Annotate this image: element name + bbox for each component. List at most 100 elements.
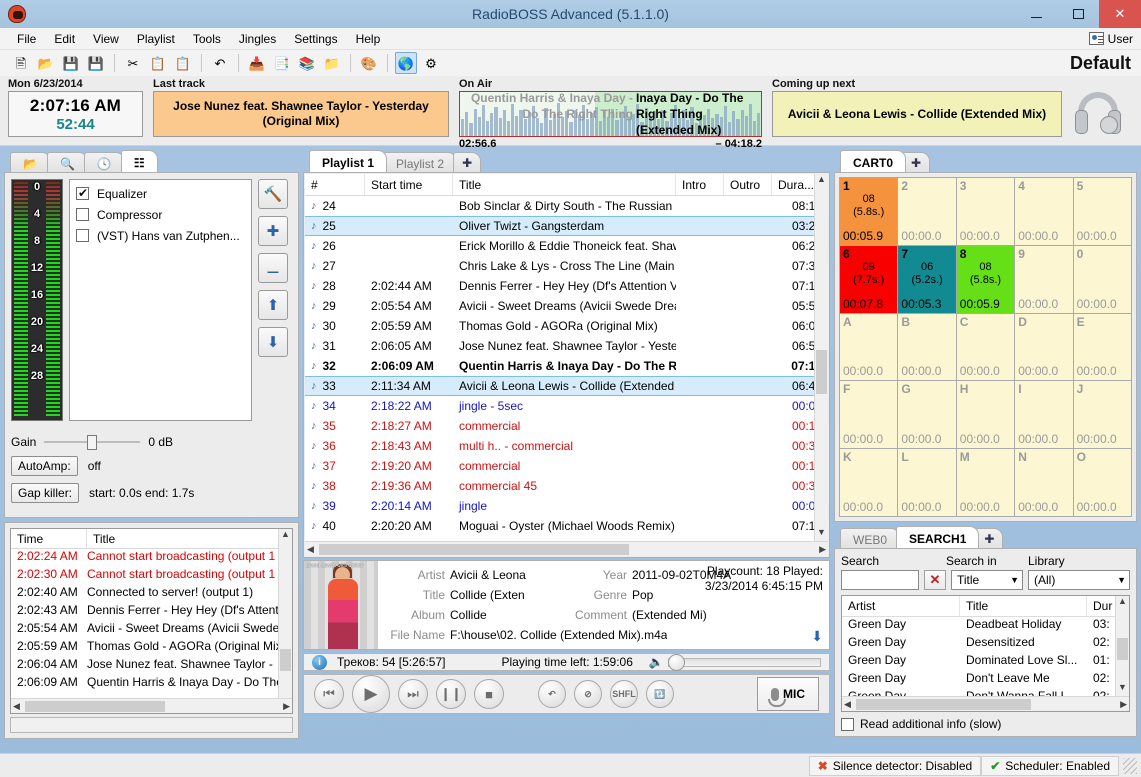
previous-track-button[interactable]: ⏮: [314, 679, 344, 709]
shuffle-button[interactable]: SHFL: [610, 680, 638, 708]
web-icon[interactable]: 🌎: [395, 52, 417, 74]
library-select[interactable]: (All) ▼: [1028, 570, 1130, 590]
cart-cell-9[interactable]: 9 00:00.0: [1015, 245, 1073, 313]
scroll-right-icon[interactable]: ▶: [1120, 699, 1127, 710]
table-row[interactable]: ♪ 38 2:19:36 AM commercial 45 00:38: [305, 476, 828, 496]
column-number[interactable]: #: [305, 174, 365, 195]
cart-cell-f[interactable]: F 00:00.0: [840, 381, 898, 449]
dsp-effects-list[interactable]: Equalizer Compressor (VST) Hans van Zutp…: [69, 179, 252, 421]
cart-cell-4[interactable]: 4 00:00.0: [1015, 178, 1073, 245]
album-cover[interactable]: Leona Lewis Avicii Collide: [304, 561, 378, 649]
menu-settings[interactable]: Settings: [285, 30, 346, 48]
column-intro[interactable]: Intro: [676, 174, 724, 195]
table-row[interactable]: ♪ 32 2:06:09 AM Quentin Harris & Inaya Day …: [305, 356, 828, 376]
autoamp-button[interactable]: AutoAmp:: [11, 456, 78, 476]
user-button[interactable]: User: [1088, 32, 1133, 46]
table-row[interactable]: ♪ 27 Chris Lake & Lys - Cross The Line (Ma…: [305, 256, 828, 276]
dsp-item-equalizer[interactable]: Equalizer: [72, 183, 249, 204]
log-hscrollbar[interactable]: ◀ ▶: [11, 698, 292, 713]
dsp-item-vst[interactable]: (VST) Hans van Zutphen...: [72, 225, 249, 246]
mic-button[interactable]: MIC: [757, 677, 819, 711]
dsp-item-compressor[interactable]: Compressor: [72, 204, 249, 225]
table-row[interactable]: ♪ 25 Oliver Twizt - Gangsterdam 03:27: [305, 216, 828, 236]
search-col-title[interactable]: Title: [960, 596, 1087, 616]
volume-slider[interactable]: [667, 654, 821, 671]
cart-cell-c[interactable]: C 00:00.0: [956, 313, 1015, 381]
menu-file[interactable]: File: [8, 30, 45, 48]
tab-cart0[interactable]: CART0: [840, 150, 907, 172]
read-additional-info-checkbox[interactable]: [841, 717, 854, 731]
scroll-right-icon[interactable]: ▶: [819, 544, 826, 555]
next-track-button[interactable]: ⏭: [398, 679, 428, 709]
cart-cell-l[interactable]: L 00:00.0: [898, 449, 956, 516]
column-title[interactable]: Title: [453, 174, 676, 195]
cart-cell-d[interactable]: D 00:00.0: [1015, 313, 1073, 381]
speaker-icon[interactable]: 🔈: [649, 655, 664, 669]
scroll-down-icon[interactable]: ▼: [1116, 682, 1129, 696]
search-input[interactable]: [841, 570, 919, 590]
menu-edit[interactable]: Edit: [45, 30, 84, 48]
tab-playlist-1[interactable]: Playlist 1: [309, 150, 388, 172]
log-vscrollbar[interactable]: ▲ ▼: [278, 529, 292, 713]
search-in-select[interactable]: Title ▼: [951, 570, 1023, 590]
on-air-progress[interactable]: Quentin Harris & Inaya Day - Do The Righ…: [459, 91, 762, 137]
gapkiller-button[interactable]: Gap killer:: [11, 483, 80, 503]
paste-icon[interactable]: 📋: [172, 52, 194, 74]
table-row[interactable]: ♪ 28 2:02:44 AM Dennis Ferrer - Hey Hey (Df…: [305, 276, 828, 296]
table-row[interactable]: ♪ 34 2:18:22 AM jingle - 5sec 00:05: [305, 396, 828, 416]
table-row[interactable]: ♪ 24 Bob Sinclar & Dirty South - The Russi…: [305, 196, 828, 216]
scroll-up-icon[interactable]: ▲: [1116, 596, 1129, 610]
dsp-remove-button[interactable]: ⚊: [258, 253, 288, 283]
search-vscrollbar[interactable]: ▲ ▼: [1115, 596, 1129, 711]
cart-cell-g[interactable]: G 00:00.0: [898, 381, 956, 449]
scroll-left-icon[interactable]: ◀: [307, 544, 314, 555]
log-row[interactable]: 2:06:04 AM Jose Nunez feat. Shawnee Taylo…: [11, 657, 292, 675]
menu-jingles[interactable]: Jingles: [230, 30, 285, 48]
search-hscrollbar[interactable]: ◀ ▶: [842, 696, 1129, 711]
silence-detector-status[interactable]: ✖ Silence detector: Disabled: [808, 755, 982, 776]
table-row[interactable]: ♪ 36 2:18:43 AM multi h.. - commercial 00:36: [305, 436, 828, 456]
dsp-checkbox[interactable]: [76, 208, 89, 221]
rotation-button[interactable]: 🔃: [646, 680, 674, 708]
new-file-icon[interactable]: 🖹: [10, 52, 32, 74]
search-result-row[interactable]: Green Day Don't Leave Me 02:: [842, 671, 1129, 689]
log-row[interactable]: 2:02:40 AM Connected to server! (output 1…: [11, 585, 292, 603]
cart-cell-5[interactable]: 5 00:00.0: [1073, 178, 1131, 245]
maximize-button[interactable]: [1057, 0, 1099, 28]
add-cart-tab-button[interactable]: ✚: [902, 152, 931, 172]
cart-cell-a[interactable]: A 00:00.0: [840, 313, 898, 381]
menu-view[interactable]: View: [84, 30, 128, 48]
clear-search-button[interactable]: ✕: [924, 570, 946, 590]
cart-cell-8[interactable]: 8 08 (5.8s.) 00:05.9: [956, 245, 1015, 313]
open-folder-icon[interactable]: 📂: [35, 52, 57, 74]
resize-grip[interactable]: [1123, 757, 1137, 774]
dsp-checkbox[interactable]: [76, 186, 89, 200]
table-row[interactable]: ♪ 39 2:20:14 AM jingle 00:07: [305, 496, 828, 516]
column-start-time[interactable]: Start time: [365, 174, 453, 195]
tab-web0[interactable]: WEB0: [840, 528, 901, 548]
add-playlist-tab-button[interactable]: ✚: [453, 152, 482, 172]
cart-cell-e[interactable]: E 00:00.0: [1073, 313, 1131, 381]
gain-slider[interactable]: [44, 435, 141, 450]
add-playlist-icon[interactable]: 📚: [296, 52, 318, 74]
save-icon[interactable]: 💾: [60, 52, 82, 74]
table-row[interactable]: ♪ 35 2:18:27 AM commercial 00:15: [305, 416, 828, 436]
tab-schedule[interactable]: 🕓: [83, 152, 125, 172]
scroll-left-icon[interactable]: ◀: [844, 699, 851, 710]
menu-playlist[interactable]: Playlist: [128, 30, 184, 48]
log-row[interactable]: 2:02:24 AM Cannot start broadcasting (out…: [11, 549, 292, 567]
tab-files[interactable]: 📂: [10, 152, 51, 172]
last-track-value[interactable]: Jose Nunez feat. Shawnee Taylor - Yester…: [153, 91, 449, 137]
search-result-row[interactable]: Green Day Dominated Love Sl... 01:: [842, 653, 1129, 671]
add-folder-icon[interactable]: 📁: [321, 52, 343, 74]
table-row[interactable]: ♪ 29 2:05:54 AM Avicii - Sweet Dreams (Avic…: [305, 296, 828, 316]
cart-cell-m[interactable]: M 00:00.0: [956, 449, 1015, 516]
headphones-icon[interactable]: [1072, 90, 1124, 142]
scroll-down-icon[interactable]: ▼: [815, 527, 828, 541]
insert-track-icon[interactable]: 📑: [271, 52, 293, 74]
dsp-move-up-button[interactable]: ⬆: [258, 290, 288, 320]
scroll-up-icon[interactable]: ▲: [279, 529, 292, 543]
save-as-icon[interactable]: 💾: [85, 52, 107, 74]
dsp-configure-button[interactable]: 🔨: [258, 179, 288, 209]
read-additional-info-row[interactable]: Read additional info (slow): [841, 717, 1130, 731]
